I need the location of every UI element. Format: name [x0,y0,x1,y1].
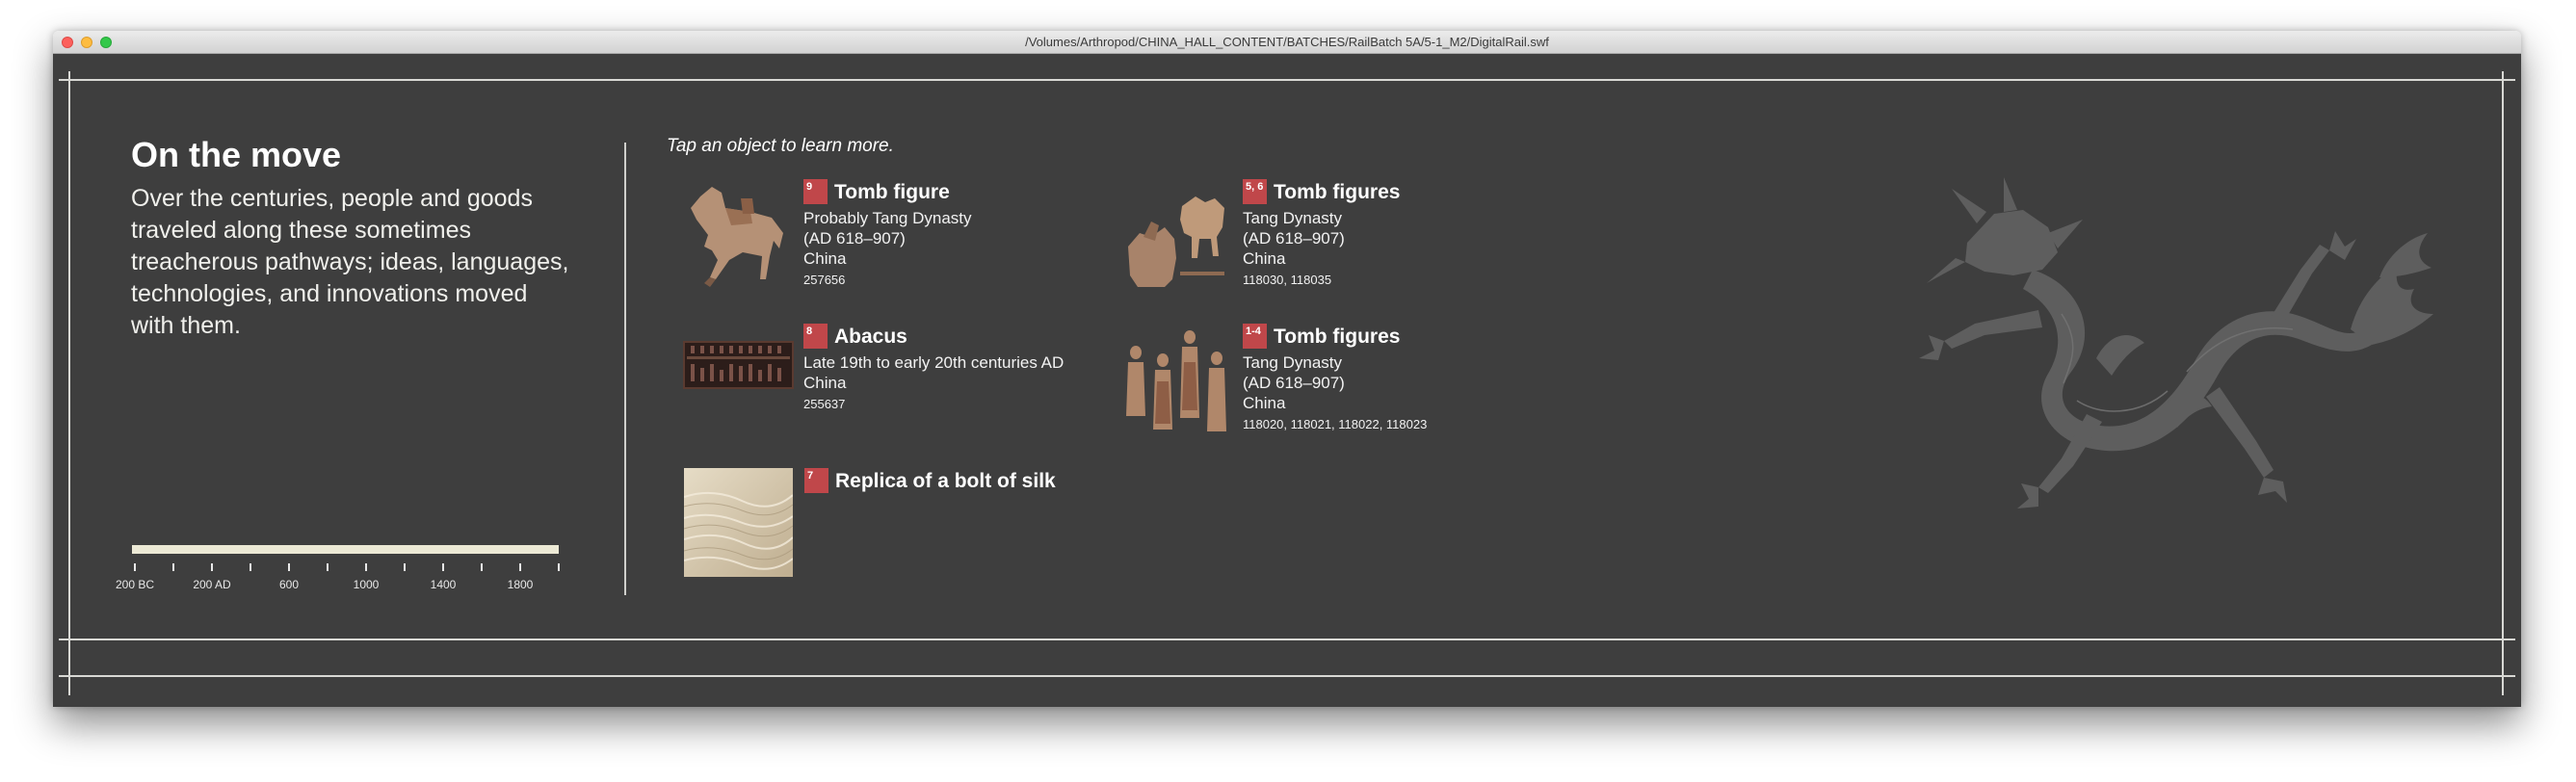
frame-line-left [68,71,70,695]
window-title: /Volumes/Arthropod/CHINA_HALL_CONTENT/BA… [1025,35,1549,49]
object-tomb-figures-camel[interactable]: 5, 6 Tomb figures Tang Dynasty (AD 618–9… [1122,179,1450,290]
timeline-tick [172,563,174,571]
object-title: Tomb figures [1274,181,1401,203]
timeline-tick [558,563,560,571]
window-titlebar[interactable]: /Volumes/Arthropod/CHINA_HALL_CONTENT/BA… [53,31,2521,54]
frame-line-bottom-upper [59,639,2515,640]
abacus-image [683,341,794,389]
timeline-bar[interactable] [132,545,559,554]
object-title: Tomb figure [834,181,950,203]
object-catalog-number: 257656 [803,273,846,287]
object-period: Tang Dynasty [1243,209,1342,227]
dragon-silhouette-icon [1859,169,2437,521]
silk-bolt-image [684,468,793,577]
frame-line-top [59,79,2515,81]
object-period: Tang Dynasty [1243,353,1342,372]
object-catalog-number: 255637 [803,397,846,411]
object-dates: (AD 618–907) [1243,229,1345,248]
rail-content: On the move Over the centuries, people a… [53,54,2521,707]
timeline-tick [481,563,483,571]
standing-figures-image [1122,324,1233,434]
object-abacus[interactable]: 8 Abacus Late 19th to early 20th centuri… [683,324,1088,411]
panel-intro-text: Over the centuries, people and goods tra… [131,185,569,339]
timeline-tick [519,563,521,571]
object-origin: China [1243,249,1286,268]
object-title: Replica of a bolt of silk [835,470,1056,492]
horse-figure-image [683,179,794,290]
object-badge: 5, 6 [1243,179,1267,204]
timeline-tick [211,563,213,571]
tap-hint: Tap an object to learn more. [667,136,894,156]
panel-heading: On the move [131,135,342,174]
object-tomb-figures-standing[interactable]: 1-4 Tomb figures Tang Dynasty (AD 618–90… [1122,324,1469,434]
timeline-label: 1400 [430,578,457,591]
timeline-tick [250,563,251,571]
object-silk-bolt[interactable]: 7 Replica of a bolt of silk [684,468,1056,579]
object-badge: 7 [804,468,828,493]
object-tomb-figure-horse[interactable]: 9 Tomb figure Probably Tang Dynasty (AD … [683,179,1011,290]
object-title: Tomb figures [1274,326,1401,348]
object-title: Abacus [834,326,907,348]
object-catalog-number: 118020, 118021, 118022, 118023 [1243,417,1428,431]
timeline-tick [288,563,290,571]
timeline-label: 200 AD [193,578,231,591]
timeline-tick [327,563,329,571]
timeline-tick [365,563,367,571]
object-badge: 1-4 [1243,324,1267,349]
timeline-label: 1800 [507,578,534,591]
object-origin: China [1243,394,1286,412]
object-dates: (AD 618–907) [1243,374,1345,392]
timeline-label: 600 [278,578,300,591]
timeline-label: 1000 [353,578,380,591]
object-origin: China [803,249,847,268]
object-origin: China [803,374,847,392]
timeline-label: 200 BC [115,578,155,591]
frame-line-right [2502,71,2504,695]
object-period: Late 19th to early 20th centuries AD [803,353,1065,372]
timeline-tick [134,563,136,571]
object-badge: 8 [803,324,828,349]
camel-figures-image [1122,179,1233,290]
frame-line-bottom-lower [59,675,2515,677]
timeline-tick [404,563,406,571]
object-dates: (AD 618–907) [803,229,906,248]
object-badge: 9 [803,179,828,204]
object-catalog-number: 118030, 118035 [1243,273,1332,287]
timeline-tick [442,563,444,571]
section-divider [624,143,626,595]
object-period: Probably Tang Dynasty [803,209,972,227]
